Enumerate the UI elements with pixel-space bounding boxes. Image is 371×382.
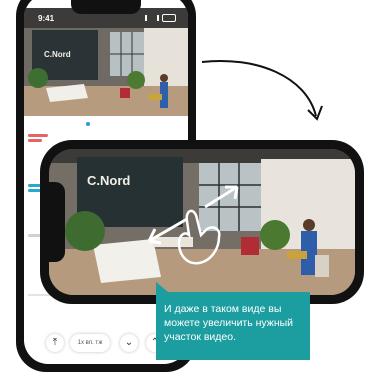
playback-speed-button[interactable]: 1x вп. тж [70,334,110,352]
callout-box: И даже в таком виде вы можете увеличить … [156,292,310,360]
pinch-zoom-hand-icon [147,185,239,265]
landscape-video-view[interactable]: C.Nord [49,149,355,295]
chevron-down-icon[interactable]: ⌄ [120,334,138,352]
office-logo-landscape: C.Nord [87,173,131,188]
status-icons [145,14,176,22]
office-logo-portrait: C.Nord [44,50,71,59]
callout-text: И даже в таком виде вы можете увеличить … [164,303,294,343]
phone-notch-landscape [49,182,65,262]
landscape-phone: C.Nord [40,140,364,304]
signal-icon [145,15,159,21]
event-marker [28,134,48,137]
status-time: 9:41 [38,14,55,23]
callout-tail [156,282,168,292]
battery-icon [162,14,176,22]
curved-arrow-icon [201,60,323,121]
event-marker-secondary [28,139,42,142]
upload-icon[interactable]: ⤒ [46,334,64,352]
pager-dot [86,122,90,126]
status-bar: 9:41 [24,12,188,28]
phone-notch [71,0,141,14]
